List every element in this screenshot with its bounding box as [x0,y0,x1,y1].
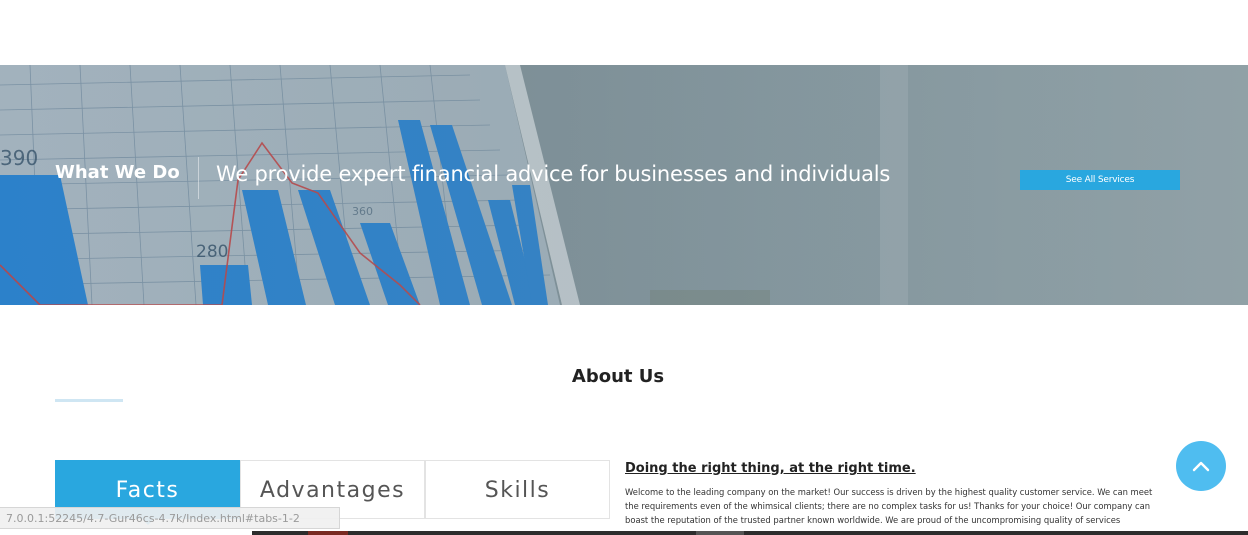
content-heading: Doing the right thing, at the right time… [625,461,916,476]
back-to-top-button[interactable] [1176,441,1226,491]
bottom-strip-segment [696,531,744,535]
see-all-services-button[interactable]: See All Services [1020,170,1180,190]
services-banner: 390 280 360 What We Do We provide expert… [0,65,1248,305]
bottom-strip-segment [308,531,348,535]
about-underline-decoration [55,399,123,402]
chevron-up-icon [1192,461,1210,472]
banner-divider [198,157,199,199]
about-title: About Us [571,366,665,387]
banner-tagline: We provide expert financial advice for b… [216,162,891,186]
content-body: Welcome to the leading company on the ma… [625,485,1181,527]
tab-skills[interactable]: Skills [425,460,610,519]
content-line: the requirements even of the whimsical c… [625,501,1151,511]
status-bar-url: 7.0.0.1:52245/4.7-Gur46cs-4.7k/Index.htm… [0,507,340,529]
banner-heading: What We Do [55,162,180,183]
content-line: boast the reputation of the trusted part… [625,515,1121,525]
content-line: Welcome to the leading company on the ma… [625,487,1153,497]
bottom-strip [252,531,1248,535]
